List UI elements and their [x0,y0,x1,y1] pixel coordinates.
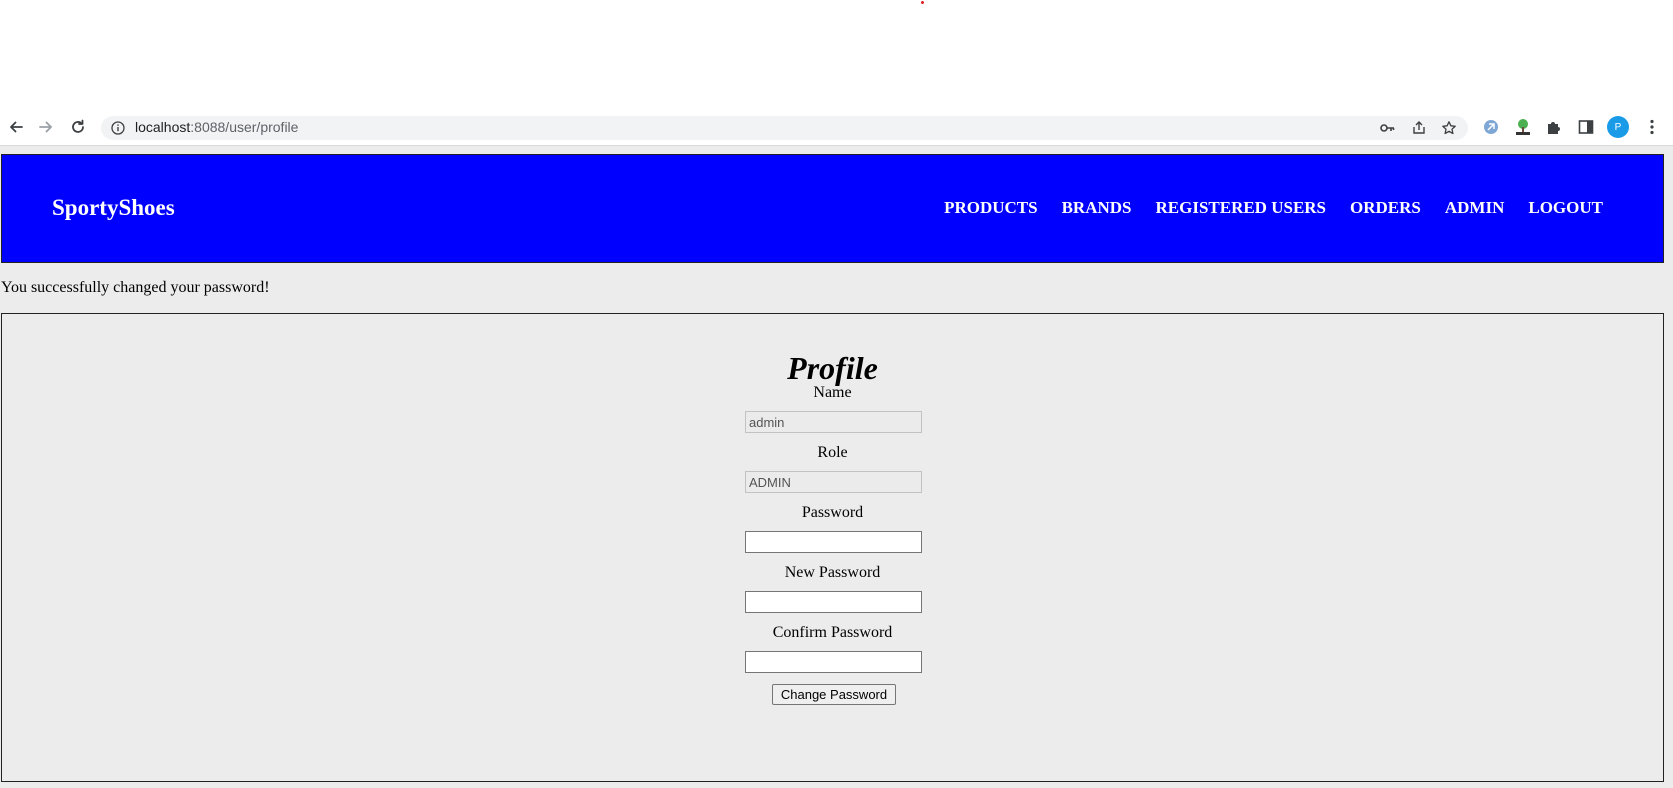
screen-top-area [0,0,1673,108]
puzzle-icon[interactable] [1540,113,1568,141]
side-panel-icon[interactable] [1572,113,1600,141]
nav-link-brands[interactable]: BRANDS [1062,198,1132,218]
nav-link-registered-users[interactable]: REGISTERED USERS [1155,198,1326,218]
page-title: Profile [787,350,878,386]
browser-toolbar: localhost:8088/user/profile P [0,108,1673,146]
nav-link-logout[interactable]: LOGOUT [1528,198,1603,218]
name-field[interactable] [745,411,922,433]
new-password-field[interactable] [745,591,922,613]
reload-icon[interactable] [64,113,92,141]
role-label: Role [817,444,848,461]
profile-form: Profile Name Role Password New Password … [1,313,1664,782]
change-password-button[interactable]: Change Password [772,684,896,705]
forward-arrow-icon[interactable] [32,113,60,141]
confirm-password-field[interactable] [745,651,922,673]
extension-icon[interactable] [1477,113,1505,141]
url-path: :8088/user/profile [190,119,299,135]
url-host: localhost [135,119,191,135]
address-bar[interactable]: localhost:8088/user/profile [101,116,1468,140]
password-field[interactable] [745,531,922,553]
name-label: Name [813,384,852,401]
share-icon[interactable] [1409,118,1429,138]
menu-dots-icon[interactable] [1638,113,1666,141]
nav-link-orders[interactable]: ORDERS [1350,198,1421,218]
nav-link-products[interactable]: PRODUCTS [944,198,1038,218]
nav-links: PRODUCTS BRANDS REGISTERED USERS ORDERS … [944,198,1603,218]
flash-message: You successfully changed your password! [1,279,270,296]
red-dot-marker [921,1,924,4]
site-navbar: SportyShoes PRODUCTS BRANDS REGISTERED U… [1,154,1664,263]
tree-icon[interactable] [1509,113,1537,141]
url-text[interactable]: localhost:8088/user/profile [135,119,298,135]
password-label: Password [801,504,864,521]
new-password-label: New Password [784,564,881,581]
star-icon[interactable] [1439,118,1459,138]
confirm-password-label: Confirm Password [772,624,893,641]
key-icon[interactable] [1377,118,1397,138]
back-arrow-icon[interactable] [2,113,30,141]
brand-logo[interactable]: SportyShoes [52,195,175,221]
profile-avatar[interactable]: P [1607,116,1629,138]
info-icon[interactable] [111,121,125,135]
nav-link-admin[interactable]: ADMIN [1445,198,1505,218]
role-field[interactable] [745,471,922,493]
